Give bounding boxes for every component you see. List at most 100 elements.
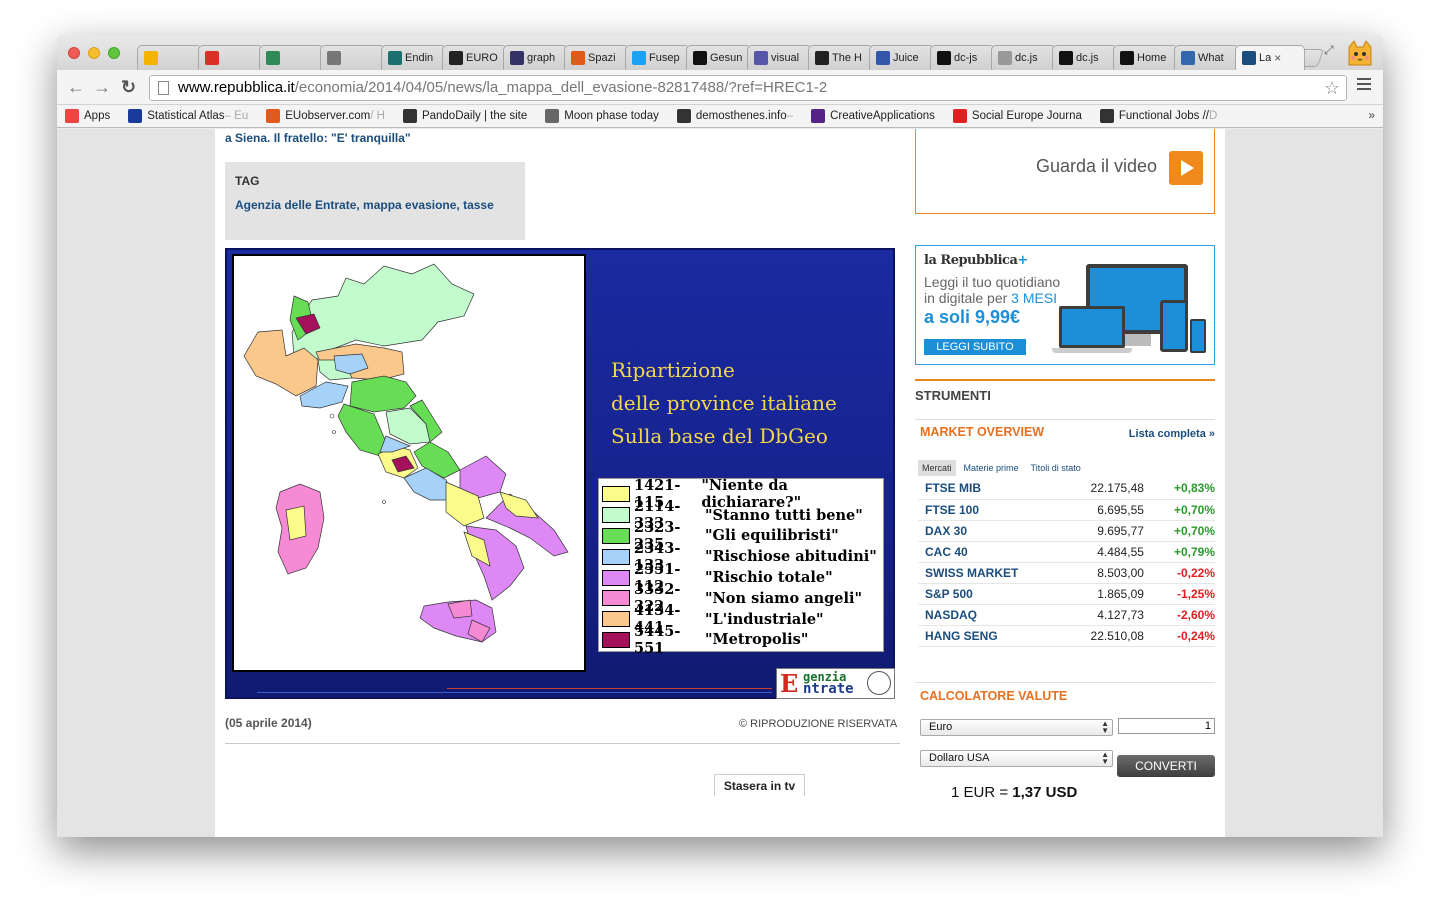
repubblica-logo: la Repubblica+ [924,253,1028,268]
browser-tab[interactable]: Home [1113,45,1178,70]
address-bar[interactable]: www.repubblica.it/economia/2014/04/05/ne… [149,75,1347,101]
bookmark-item[interactable]: Statistical Atlas – Eu [128,109,248,123]
decorative-divider [257,692,772,693]
laptop-base-icon [1052,348,1132,353]
video-box[interactable]: Guarda il video [915,129,1215,214]
currency-to-select[interactable]: Dollaro USA ▲ ▼ [920,750,1113,767]
browser-tab[interactable]: graph [503,45,568,70]
bookmark-item[interactable]: Social Europe Journa [952,109,1082,123]
market-index-change: -0,24% [1150,625,1215,647]
converti-button[interactable]: CONVERTI [1117,755,1215,777]
browser-tab[interactable]: Juice [869,45,934,70]
site-icon [693,51,707,65]
bookmark-item[interactable]: Functional Jobs // D [1099,109,1217,123]
market-index-name[interactable]: S&P 500 [918,583,1062,605]
market-index-name[interactable]: NASDAQ [918,604,1062,626]
browser-tab[interactable]: Endin [381,45,446,70]
close-window-button[interactable] [68,47,80,59]
fullscreen-icon[interactable]: ⤢ [1324,43,1334,58]
back-button[interactable]: ← [67,77,85,98]
tag-links[interactable]: Agenzia delle Entrate, mappa evasione, t… [235,197,515,213]
video-label[interactable]: Guarda il video [1036,156,1157,177]
legend-swatch [602,548,630,565]
browser-tab[interactable] [259,45,324,70]
browser-tab[interactable]: dc.js [991,45,1056,70]
market-index-name[interactable]: SWISS MARKET [918,562,1062,584]
market-row[interactable]: FTSE MIB 22.175,48 +0,83% [918,478,1215,500]
market-row[interactable]: DAX 30 9.695,77 +0,70% [918,520,1215,542]
currency-from-select[interactable]: Euro ▲ ▼ [920,719,1113,736]
tab-titoli-di-stato[interactable]: Titoli di stato [1027,460,1085,476]
bookmark-item[interactable]: PandoDaily | the site [402,109,527,123]
zoom-window-button[interactable] [108,47,120,59]
minimize-window-button[interactable] [88,47,100,59]
bookmark-label: CreativeApplications [830,110,935,122]
bookmark-item[interactable]: Moon phase today [545,109,659,123]
bookmark-item[interactable]: Apps [65,109,110,123]
reload-button[interactable]: ↻ [121,77,136,98]
market-index-change: +0,70% [1150,499,1215,521]
browser-tab[interactable]: dc.js [1052,45,1117,70]
market-index-name[interactable]: DAX 30 [918,520,1062,542]
legend-label: "Metropolis" [705,631,809,649]
market-row[interactable]: NASDAQ 4.127,73 -2,60% [918,604,1215,626]
demosthenes-icon [676,109,691,123]
market-row[interactable]: FTSE 100 6.695,55 +0,70% [918,499,1215,521]
bookmark-star-icon[interactable]: ☆ [1324,76,1340,100]
browser-tab[interactable]: Spazi [564,45,629,70]
amount-input[interactable]: 1 [1118,718,1215,734]
forward-button[interactable]: → [93,77,111,98]
tab-label: dc.js [1015,52,1038,64]
market-index-value: 6.695,55 [1061,499,1151,521]
browser-tab[interactable] [137,45,202,70]
browser-tab[interactable]: Gesun [686,45,751,70]
market-index-name[interactable]: FTSE MIB [918,478,1062,500]
leggi-subito-button[interactable]: LEGGI SUBITO [924,339,1026,355]
bookmark-item[interactable]: demosthenes.info – [676,109,793,123]
browser-tab[interactable]: The H [808,45,873,70]
browser-tab[interactable]: dc-js [930,45,995,70]
browser-tab[interactable] [198,45,263,70]
market-index-name[interactable]: CAC 40 [918,541,1062,563]
tab-materie-prime[interactable]: Materie prime [960,460,1023,476]
bookmarks-more-icon[interactable]: » [1368,108,1375,122]
currency-from-value: Euro [929,721,953,733]
market-row[interactable]: SWISS MARKET 8.503,00 -0,22% [918,562,1215,584]
related-news-link[interactable]: a Siena. Il fratello: "E' tranquilla" [225,131,411,145]
market-index-name[interactable]: FTSE 100 [918,499,1062,521]
market-row[interactable]: HANG SENG 22.510,08 -0,24% [918,625,1215,647]
browser-tab[interactable]: La × [1235,45,1305,70]
map-title-line: Ripartizione [611,358,735,382]
tab-mercati[interactable]: Mercati [918,460,956,476]
subscription-promo[interactable]: la Repubblica+ Leggi il tuo quotidiano i… [915,245,1215,365]
bookmark-label: Moon phase today [564,110,659,122]
site-icon [510,51,524,65]
market-index-name[interactable]: HANG SENG [918,625,1062,647]
site-icon [876,51,890,65]
bookmark-item[interactable]: CreativeApplications [811,109,935,123]
tab-label: Home [1137,52,1167,64]
play-icon[interactable] [1169,151,1203,185]
market-overview-title: MARKET OVERVIEW [920,425,1045,439]
tab-label: visual [771,52,800,64]
browser-tab[interactable]: What [1174,45,1239,70]
close-tab-icon[interactable]: × [1274,51,1281,65]
browser-tab[interactable] [320,45,385,70]
market-row[interactable]: S&P 500 1.865,09 -1,25% [918,583,1215,605]
italy-map-frame [232,254,586,672]
lista-completa-link[interactable]: Lista completa » [1129,428,1215,440]
browser-tab[interactable]: EURO [442,45,507,70]
user-profile-cat-icon[interactable] [1345,39,1375,67]
bookmark-item[interactable]: EUobserver.com / H [266,109,385,123]
map-title-line: Sulla base del DbGeo [611,424,828,448]
market-row[interactable]: CAC 40 4.484,55 +0,79% [918,541,1215,563]
browser-tab[interactable]: Fusep [625,45,690,70]
bookmark-label: EUobserver.com [285,110,371,122]
browser-tab[interactable]: visual [747,45,812,70]
monitor-stand-icon [1121,334,1151,346]
menu-icon[interactable] [1357,78,1371,93]
tab-label: graph [527,52,556,64]
tab-stasera-in-tv[interactable]: Stasera in tv [714,774,805,796]
market-index-value: 22.175,48 [1061,478,1151,500]
hash-icon [327,51,341,65]
